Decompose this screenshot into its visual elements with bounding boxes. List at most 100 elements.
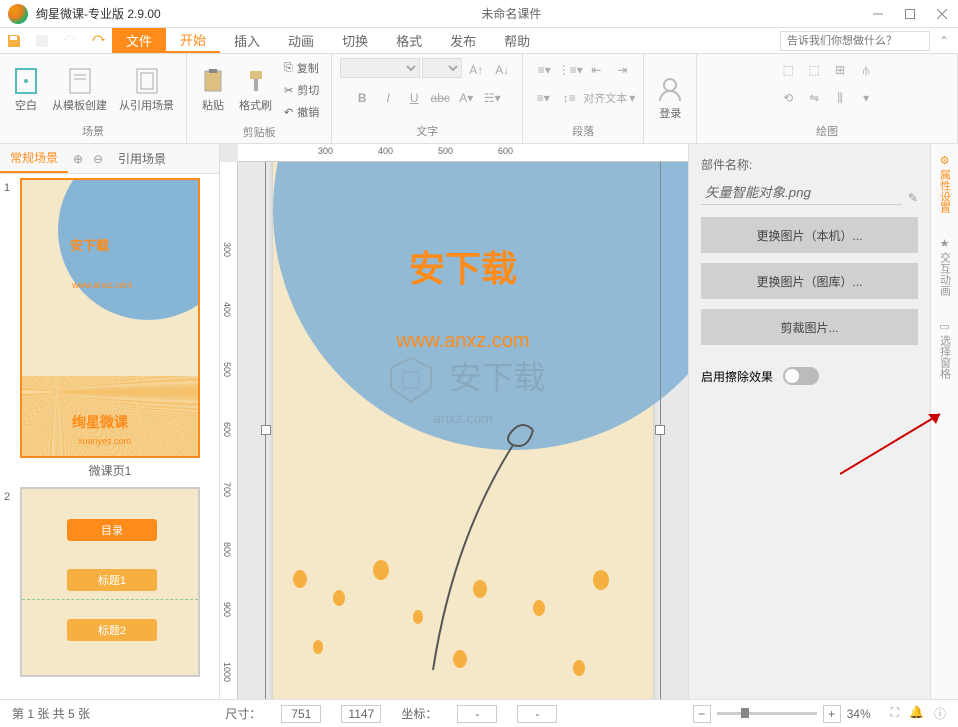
align-icon[interactable]: ≡▾ <box>531 86 555 110</box>
size-label: 尺寸： <box>225 705 261 722</box>
cut-icon: ✂ <box>284 84 293 97</box>
highlight-icon[interactable]: ☵▾ <box>480 86 504 110</box>
bullet-list-icon[interactable]: ≡▾ <box>532 58 556 82</box>
arrange-icon[interactable]: ▾ <box>854 86 878 110</box>
undo-button[interactable]: ↶撤销 <box>280 102 323 122</box>
zoom-in-button[interactable]: + <box>823 705 841 723</box>
from-reference-button[interactable]: 从引用场景 <box>115 63 178 117</box>
resize-handle[interactable] <box>655 425 665 435</box>
login-button[interactable]: 登录 <box>652 71 688 125</box>
ribbon-group-login: 登录 <box>644 54 697 143</box>
tab-publish[interactable]: 发布 <box>436 28 490 53</box>
ribbon-group-draw: ⬚ ⬚ ⊞ ⫛ ⟲ ⇋ ⫼ ▾ 绘图 <box>697 54 958 143</box>
save-icon[interactable] <box>2 29 26 53</box>
save-as-icon[interactable] <box>30 29 54 53</box>
undo-icon: ↶ <box>284 106 293 119</box>
menubar: 文件 开始 插入 动画 切换 格式 发布 帮助 ⌃ <box>0 28 958 54</box>
scene-tab-normal[interactable]: 常规场景 <box>0 144 68 173</box>
change-image-library-button[interactable]: 更换图片（图库）... <box>701 263 918 299</box>
edit-name-icon[interactable]: ✎ <box>908 191 918 205</box>
tab-insert[interactable]: 插入 <box>220 28 274 53</box>
zoom-slider[interactable] <box>717 712 817 715</box>
flip-icon[interactable]: ⇋ <box>802 86 826 110</box>
blank-scene-button[interactable]: 空白 <box>8 63 44 117</box>
coord-y: - <box>517 705 557 723</box>
paste-icon <box>199 67 227 95</box>
increase-font-icon[interactable]: A↑ <box>464 58 488 82</box>
align-text-label: 对齐文本 <box>583 90 627 106</box>
fit-screen-icon[interactable]: ⛶ <box>891 705 899 722</box>
maximize-button[interactable] <box>894 0 926 28</box>
reference-icon <box>133 67 161 95</box>
slide-item[interactable]: 1 安下载 www.anxz.com 绚星微课 xuanyes.com 微课页1 <box>4 178 215 479</box>
info-icon[interactable]: ⓘ <box>934 705 946 722</box>
number-list-icon[interactable]: ⋮≡▾ <box>558 58 582 82</box>
canvas-page[interactable]: 安下载 www.anxz.com 安下载 anxz.com <box>273 162 653 699</box>
decrease-font-icon[interactable]: A↓ <box>490 58 514 82</box>
change-image-local-button[interactable]: 更换图片（本机）... <box>701 217 918 253</box>
expand-down-icon[interactable]: ⊖ <box>88 152 108 166</box>
coord-label: 坐标： <box>401 705 437 722</box>
format-painter-icon <box>242 67 270 95</box>
ribbon-group-paragraph: ≡▾ ⋮≡▾ ⇤ ⇥ ≡▾ ↕≡ 对齐文本 ▾ 段落 <box>523 54 644 143</box>
side-tab-selection[interactable]: ▭选择窗格 <box>937 320 953 379</box>
close-button[interactable] <box>926 0 958 28</box>
font-color-icon[interactable]: A▾ <box>454 86 478 110</box>
cut-button[interactable]: ✂剪切 <box>280 80 323 100</box>
tab-format[interactable]: 格式 <box>382 28 436 53</box>
rotate-icon[interactable]: ⟲ <box>776 86 800 110</box>
scene-tab-reference[interactable]: 引用场景 <box>108 144 176 173</box>
group-icon[interactable]: ⊞ <box>828 58 852 82</box>
copy-button[interactable]: ⎘复制 <box>280 58 323 78</box>
format-painter-button[interactable]: 格式刷 <box>235 63 276 117</box>
send-back-icon[interactable]: ⬚ <box>802 58 826 82</box>
titlebar: 绚星微课-专业版 2.9.00 未命名课件 <box>0 0 958 28</box>
ribbon: 空白 从模板创建 从引用场景 场景 粘贴 格式刷 ⎘复制 <box>0 54 958 144</box>
font-size-select[interactable] <box>422 58 462 78</box>
paste-button[interactable]: 粘贴 <box>195 63 231 117</box>
search-input[interactable] <box>780 31 930 51</box>
bold-icon[interactable]: B <box>350 86 374 110</box>
side-tab-properties[interactable]: ⚙属性设置 <box>937 154 953 213</box>
expand-up-icon[interactable]: ⊕ <box>68 152 88 166</box>
tab-transition[interactable]: 切换 <box>328 28 382 53</box>
height-value[interactable]: 1147 <box>341 705 381 723</box>
italic-icon[interactable]: I <box>376 86 400 110</box>
slide-number: 1 <box>4 178 20 479</box>
tab-animation[interactable]: 动画 <box>274 28 328 53</box>
collapse-ribbon-icon[interactable]: ⌃ <box>930 34 958 48</box>
zoom-value: 34% <box>847 707 871 721</box>
ribbon-group-text: A↑ A↓ B I U abc A▾ ☵▾ 文字 <box>332 54 523 143</box>
ribbon-group-scene: 空白 从模板创建 从引用场景 场景 <box>0 54 187 143</box>
bring-front-icon[interactable]: ⬚ <box>776 58 800 82</box>
erase-effect-toggle[interactable] <box>783 367 819 385</box>
distribute-icon[interactable]: ⫼ <box>828 86 852 110</box>
indent-increase-icon[interactable]: ⇥ <box>610 58 634 82</box>
crop-image-button[interactable]: 剪裁图片... <box>701 309 918 345</box>
resize-handle[interactable] <box>261 425 271 435</box>
indent-decrease-icon[interactable]: ⇤ <box>584 58 608 82</box>
zoom-out-button[interactable]: − <box>693 705 711 723</box>
minimize-button[interactable] <box>862 0 894 28</box>
undo-quick-icon[interactable] <box>58 29 82 53</box>
tab-start[interactable]: 开始 <box>166 28 220 53</box>
from-template-button[interactable]: 从模板创建 <box>48 63 111 117</box>
side-tab-animation[interactable]: ★交互动画 <box>937 237 953 296</box>
strike-icon[interactable]: abc <box>428 86 452 110</box>
align-objects-icon[interactable]: ⫛ <box>854 58 878 82</box>
redo-quick-icon[interactable] <box>86 29 110 53</box>
line-spacing-icon[interactable]: ↕≡ <box>557 86 581 110</box>
notification-icon[interactable]: 🔔 <box>909 705 924 722</box>
font-family-select[interactable] <box>340 58 420 78</box>
slide-item[interactable]: 2 目录 标题1 标题2 <box>4 487 215 677</box>
underline-icon[interactable]: U <box>402 86 426 110</box>
tab-help[interactable]: 帮助 <box>490 28 544 53</box>
erase-effect-label: 启用擦除效果 <box>701 368 773 385</box>
coord-x: - <box>457 705 497 723</box>
slide-thumbnail[interactable]: 安下载 www.anxz.com 绚星微课 xuanyes.com <box>20 178 200 458</box>
tab-file[interactable]: 文件 <box>112 28 166 53</box>
slide-thumbnail[interactable]: 目录 标题1 标题2 <box>20 487 200 677</box>
app-logo-icon <box>8 4 28 24</box>
width-value[interactable]: 751 <box>281 705 321 723</box>
component-name-input[interactable] <box>701 179 902 205</box>
